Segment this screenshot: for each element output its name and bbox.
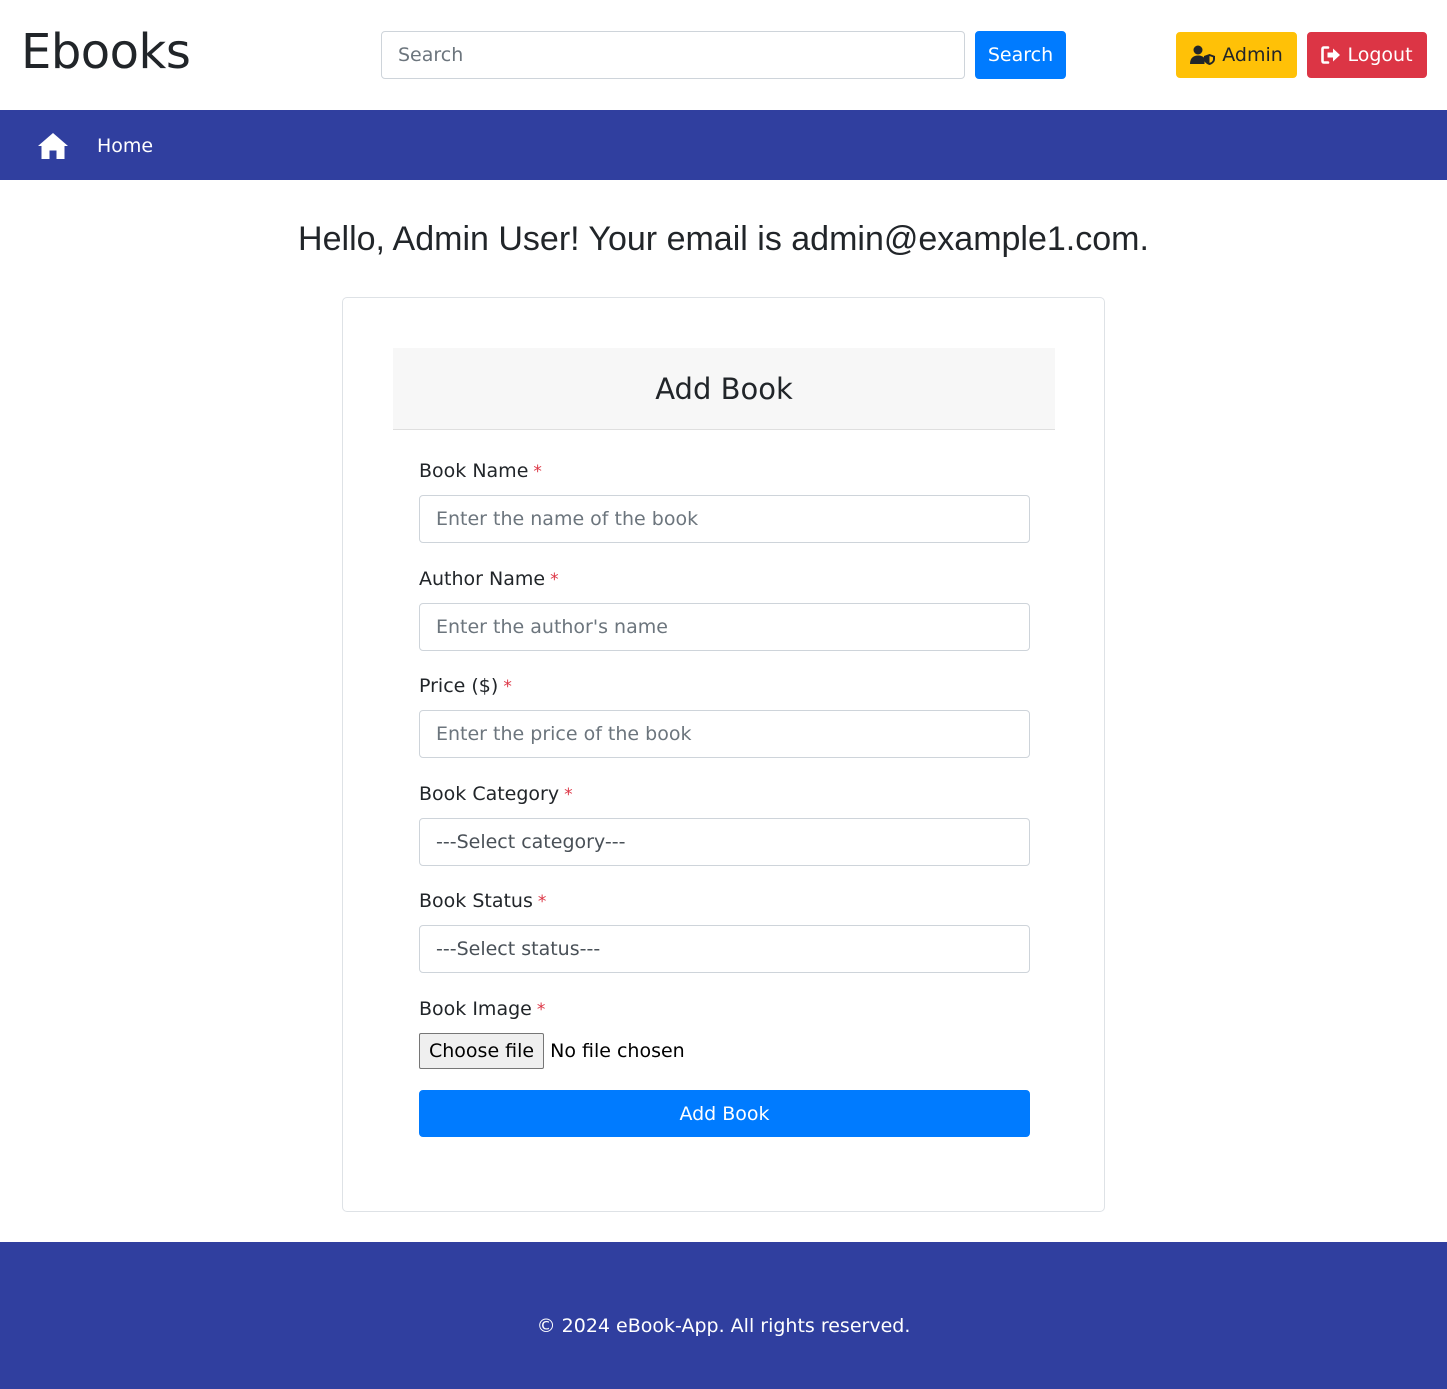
price-label: Price ($) * bbox=[419, 675, 512, 697]
book-category-label: Book Category * bbox=[419, 783, 573, 805]
brand-logo[interactable]: Ebooks bbox=[21, 22, 191, 82]
logout-button-label: Logout bbox=[1347, 44, 1413, 66]
author-name-label: Author Name * bbox=[419, 568, 559, 590]
book-category-selected: ---Select category--- bbox=[436, 831, 626, 853]
author-name-input[interactable] bbox=[419, 603, 1030, 651]
nav-home-link[interactable]: Home bbox=[97, 133, 153, 159]
required-marker: * bbox=[536, 1000, 546, 1020]
header: Ebooks Search Admin Logout bbox=[0, 0, 1447, 110]
required-marker: * bbox=[533, 462, 542, 482]
card-header: Add Book bbox=[393, 348, 1055, 430]
required-marker: * bbox=[537, 892, 547, 912]
book-image-label: Book Image * bbox=[419, 998, 546, 1020]
price-input[interactable] bbox=[419, 710, 1030, 758]
book-name-label: Book Name * bbox=[419, 460, 542, 482]
add-book-card: Add Book Book Name* Author Name* Price (… bbox=[342, 297, 1105, 1212]
admin-button[interactable]: Admin bbox=[1176, 32, 1297, 78]
footer-copyright: © 2024 eBook-App. All rights reserved. bbox=[536, 1315, 911, 1337]
book-name-input[interactable] bbox=[419, 495, 1030, 543]
book-category-select[interactable]: ---Select category--- bbox=[419, 818, 1030, 866]
required-marker: * bbox=[564, 785, 573, 805]
file-status-text: No file chosen bbox=[550, 1040, 685, 1062]
sign-out-icon bbox=[1321, 46, 1341, 64]
home-icon[interactable] bbox=[37, 132, 69, 160]
book-image-file-input: Choose file No file chosen bbox=[419, 1033, 685, 1069]
navbar: Home bbox=[0, 110, 1447, 180]
book-status-label: Book Status * bbox=[419, 890, 547, 912]
book-status-selected: ---Select status--- bbox=[436, 938, 601, 960]
card-title: Add Book bbox=[655, 371, 793, 406]
book-status-select[interactable]: ---Select status--- bbox=[419, 925, 1030, 973]
admin-button-label: Admin bbox=[1222, 44, 1283, 66]
user-shield-icon bbox=[1190, 45, 1216, 65]
greeting-message: Hello, Admin User! Your email is admin@e… bbox=[298, 220, 1149, 258]
required-marker: * bbox=[503, 677, 512, 697]
logout-button[interactable]: Logout bbox=[1307, 32, 1427, 78]
footer: © 2024 eBook-App. All rights reserved. bbox=[0, 1242, 1447, 1389]
add-book-button[interactable]: Add Book bbox=[419, 1090, 1030, 1137]
search-input[interactable] bbox=[381, 31, 965, 79]
search-button[interactable]: Search bbox=[975, 31, 1066, 79]
choose-file-button[interactable]: Choose file bbox=[419, 1033, 545, 1069]
required-marker: * bbox=[550, 570, 559, 590]
